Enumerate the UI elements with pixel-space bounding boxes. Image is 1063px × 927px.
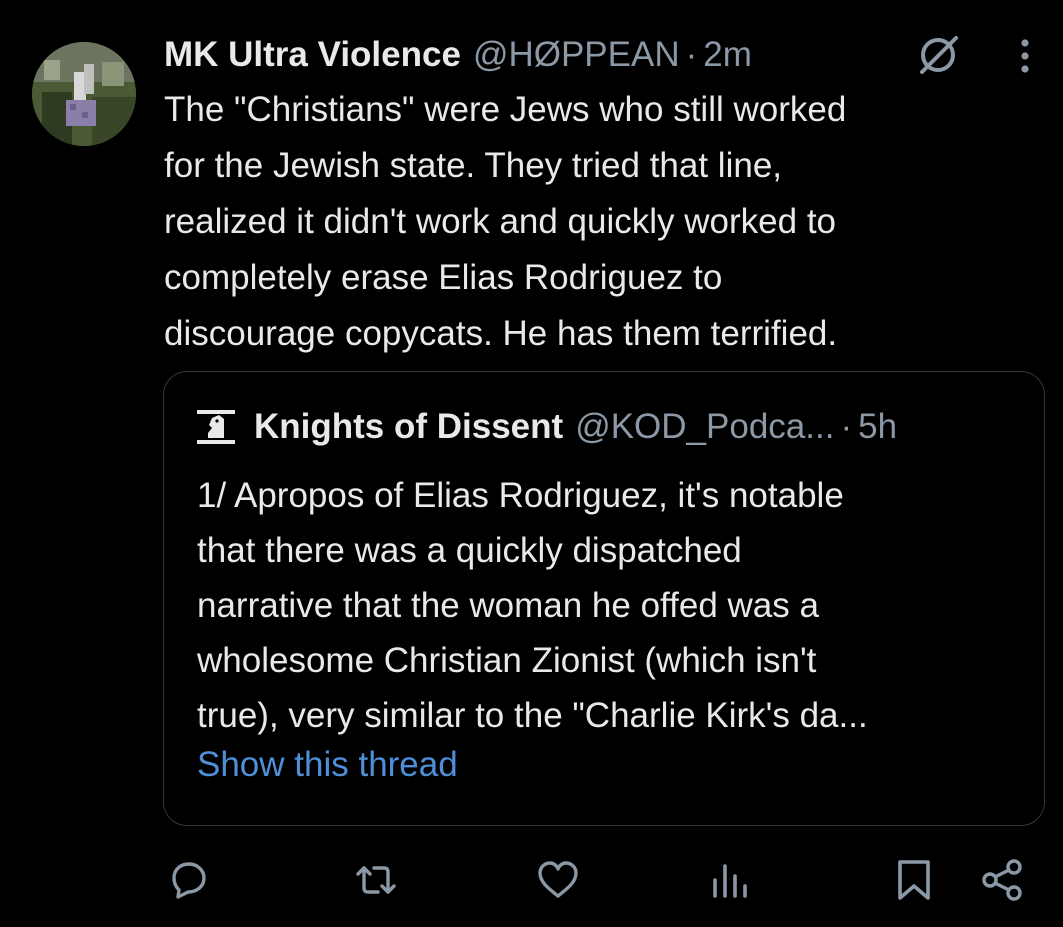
like-button[interactable]: [534, 856, 582, 904]
views-icon: [713, 864, 747, 898]
repost-icon: [356, 866, 396, 894]
show-thread-link[interactable]: Show this thread: [197, 745, 458, 785]
quoted-tweet-text: 1/ Apropos of Elias Rodriguez, it's nota…: [197, 476, 868, 735]
repost-button[interactable]: [352, 856, 400, 904]
avatar[interactable]: [32, 42, 136, 146]
tweet-header: MK Ultra Violence @HØPPEAN · 2m: [164, 30, 752, 80]
tweet-text: The "Christians" were Jews who still wor…: [164, 90, 847, 353]
grok-icon[interactable]: [914, 30, 962, 78]
quoted-display-name[interactable]: Knights of Dissent: [254, 407, 563, 447]
user-handle[interactable]: @HØPPEAN: [473, 35, 680, 75]
share-button[interactable]: [978, 856, 1026, 904]
reply-button[interactable]: [164, 856, 212, 904]
quoted-tweet-header: Knights of Dissent @KOD_Podca... · 5h: [196, 402, 897, 452]
bookmark-button[interactable]: [890, 856, 938, 904]
quoted-timestamp[interactable]: 5h: [858, 407, 897, 447]
reply-icon: [172, 862, 206, 899]
chess-knight-logo-icon: [197, 410, 235, 444]
views-button[interactable]: [706, 856, 754, 904]
share-icon: [982, 859, 1022, 901]
more-vertical-icon[interactable]: [1010, 34, 1040, 78]
like-icon: [538, 861, 578, 898]
timestamp[interactable]: 2m: [703, 35, 752, 75]
quoted-tweet-card[interactable]: Knights of Dissent @KOD_Podca... · 5h 1/…: [163, 371, 1045, 826]
quoted-separator-dot: ·: [840, 407, 853, 446]
action-bar: [0, 848, 1063, 912]
display-name[interactable]: MK Ultra Violence: [164, 35, 461, 75]
separator-dot: ·: [685, 35, 698, 74]
bookmark-icon: [898, 860, 930, 900]
quoted-user-handle[interactable]: @KOD_Podca...: [575, 407, 834, 447]
